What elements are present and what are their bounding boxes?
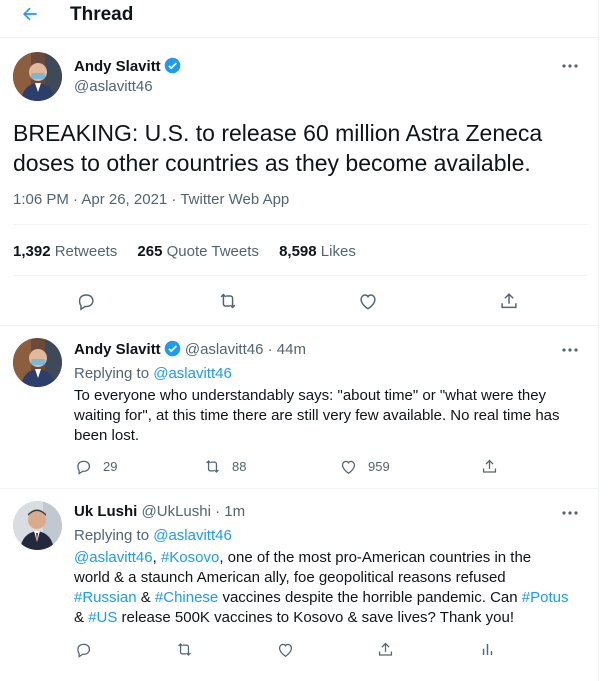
reply-tweet[interactable]: Andy Slavitt @aslavitt46 · 44m Replying … <box>0 326 598 489</box>
retweet-count: 88 <box>232 458 247 474</box>
share-button[interactable] <box>480 456 499 476</box>
more-options-icon[interactable] <box>560 60 580 72</box>
retweet-icon <box>178 642 191 656</box>
replying-to-mention[interactable]: @aslavitt46 <box>153 527 232 544</box>
hashtag-link[interactable]: #Kosovo <box>161 549 219 566</box>
hashtag-link[interactable]: #US <box>88 609 117 626</box>
reply-text: To everyone who understandably says: "ab… <box>74 387 560 444</box>
author-name[interactable]: Uk Lushi <box>74 503 137 520</box>
tweet-stats: 1,392 Retweets 265 Quote Tweets 8,598 Li… <box>13 243 372 260</box>
like-button[interactable]: 959 <box>339 456 390 476</box>
quote-tweets-stat[interactable]: 265 Quote Tweets <box>137 243 258 260</box>
reply-button[interactable] <box>74 639 93 659</box>
reply-icon <box>77 460 91 475</box>
replying-to: Replying to @aslavitt46 <box>74 527 232 544</box>
analytics-button[interactable] <box>478 639 497 659</box>
divider <box>13 275 588 276</box>
avatar[interactable] <box>13 501 62 550</box>
replying-to: Replying to @aslavitt46 <box>74 365 232 382</box>
more-options-icon[interactable] <box>560 344 580 356</box>
author-handle[interactable]: @aslavitt46 <box>74 78 153 95</box>
divider <box>13 224 588 225</box>
share-icon <box>378 642 393 656</box>
avatar[interactable] <box>13 338 62 387</box>
author-name[interactable]: Andy Slavitt <box>74 58 161 75</box>
reply-time[interactable]: · 44m <box>268 341 306 358</box>
share-icon[interactable] <box>498 290 520 312</box>
avatar[interactable] <box>13 52 62 101</box>
reply-icon[interactable] <box>75 290 97 312</box>
like-icon <box>341 460 356 474</box>
like-icon <box>278 643 293 657</box>
likes-stat[interactable]: 8,598 Likes <box>279 243 356 260</box>
like-count: 959 <box>368 458 390 474</box>
like-icon[interactable] <box>357 290 379 312</box>
author-name[interactable]: Andy Slavitt <box>74 341 161 358</box>
hashtag-link[interactable]: #Russian <box>74 589 137 606</box>
thread-header: Thread <box>0 0 598 38</box>
replying-to-mention[interactable]: @aslavitt46 <box>153 365 232 382</box>
hashtag-link[interactable]: #Chinese <box>155 589 218 606</box>
column-border <box>598 0 599 681</box>
tweet-timestamp[interactable]: 1:06 PM · Apr 26, 2021 · Twitter Web App <box>13 191 289 208</box>
tweet-text: BREAKING: U.S. to release 60 million Ast… <box>13 120 543 176</box>
reply-count: 29 <box>103 458 118 474</box>
reply-tweet[interactable]: Uk Lushi @UkLushi · 1m Replying to @asla… <box>0 489 598 681</box>
retweet-button[interactable]: 88 <box>203 456 246 476</box>
author-handle[interactable]: @aslavitt46 <box>185 341 264 358</box>
author-handle[interactable]: @UkLushi <box>142 503 211 520</box>
mention-link[interactable]: @aslavitt46 <box>74 549 153 566</box>
verified-badge-icon <box>164 340 180 357</box>
retweet-icon[interactable] <box>217 290 239 312</box>
share-button[interactable] <box>376 639 395 659</box>
retweet-icon <box>206 459 219 473</box>
retweets-stat[interactable]: 1,392 Retweets <box>13 243 117 260</box>
back-arrow-icon[interactable] <box>20 4 40 24</box>
more-options-icon[interactable] <box>560 507 580 519</box>
reply-icon <box>77 643 91 658</box>
page-title: Thread <box>70 4 134 25</box>
reply-time[interactable]: · 1m <box>215 503 245 520</box>
focused-tweet: Andy Slavitt @aslavitt46 BREAKING: U.S. … <box>0 38 598 326</box>
verified-badge-icon <box>164 57 180 74</box>
reply-button[interactable]: 29 <box>74 456 117 476</box>
share-icon <box>482 459 497 473</box>
retweet-button[interactable] <box>175 639 194 659</box>
hashtag-link[interactable]: #Potus <box>522 589 569 606</box>
analytics-icon <box>482 643 493 655</box>
like-button[interactable] <box>276 639 295 659</box>
reply-text: @aslavitt46, #Kosovo, one of the most pr… <box>74 549 569 626</box>
